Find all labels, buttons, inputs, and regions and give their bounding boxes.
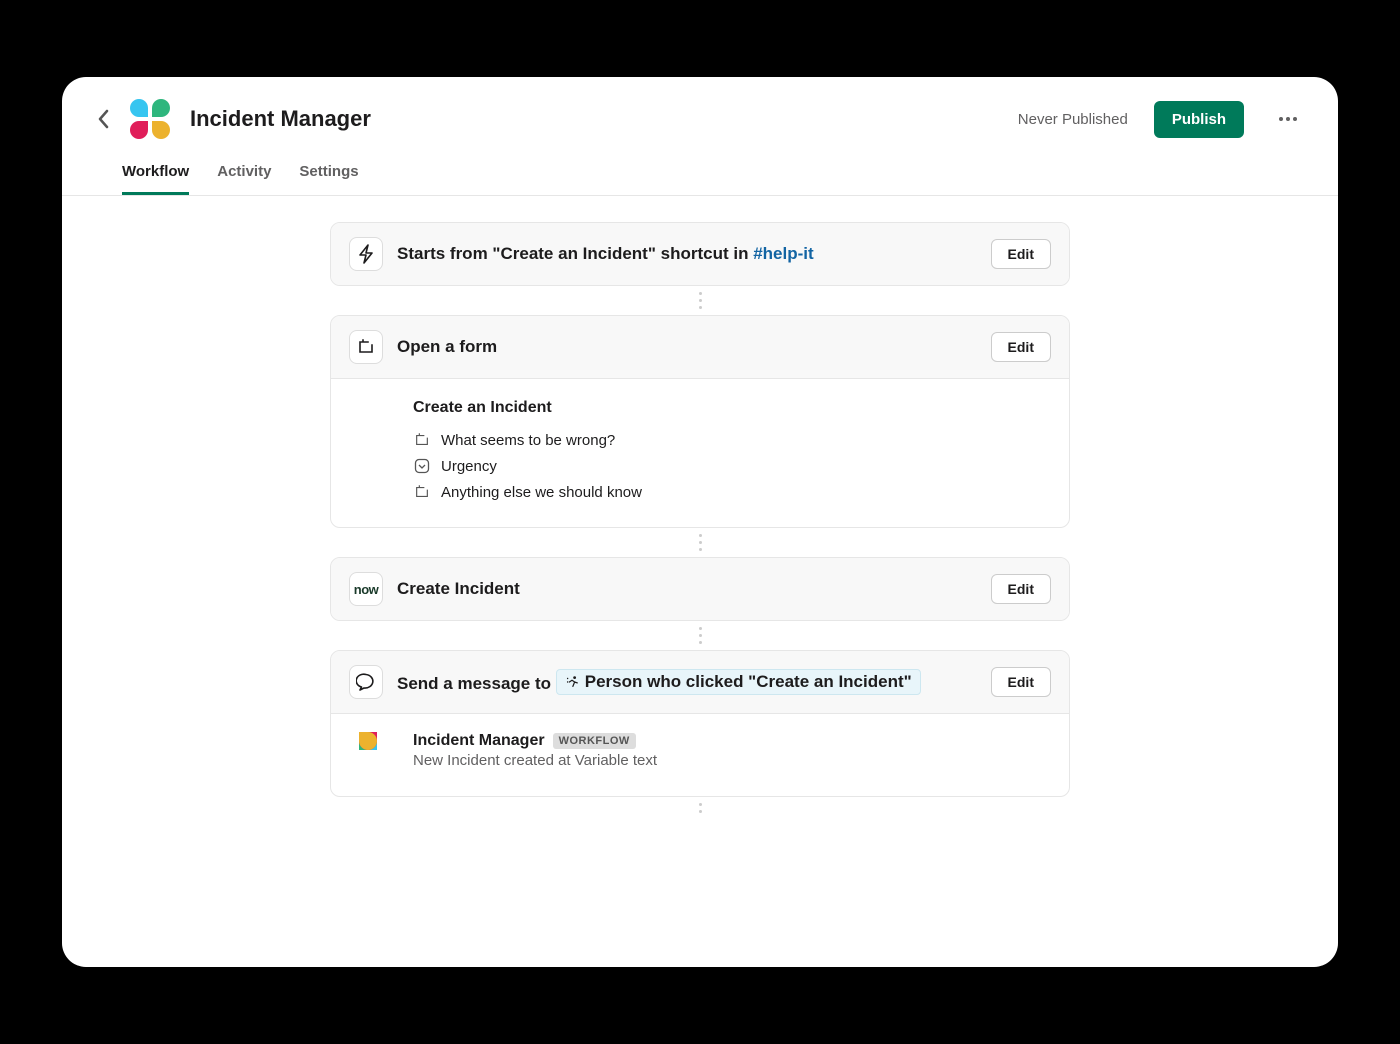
step-form: Open a form Edit Create an Incident What… [330,315,1070,528]
step-form-header: Open a form Edit [331,316,1069,379]
recipient-variable[interactable]: Person who clicked "Create an Incident" [556,669,921,695]
trigger-icon [349,237,383,271]
form-field-0: What seems to be wrong? [413,427,1051,453]
form-field-2: Anything else we should know [413,479,1051,505]
tabs: Workflow Activity Settings [62,139,1338,196]
app-logo [130,99,170,139]
step-message-header: Send a message to Person who clicked "Cr… [331,651,1069,714]
connector [699,286,701,315]
edit-trigger-button[interactable]: Edit [991,239,1051,269]
lightning-icon [357,244,375,264]
select-field-icon [413,457,431,475]
form-step-icon [349,330,383,364]
more-actions-button[interactable] [1270,101,1306,137]
publish-status: Never Published [1018,111,1128,128]
workflow-badge: WORKFLOW [553,733,636,749]
step-trigger-title: Starts from "Create an Incident" shortcu… [397,244,977,264]
chat-bubble-icon [356,672,376,692]
message-preview: Incident Manager WORKFLOW New Incident c… [331,714,1069,796]
step-trigger-header: Starts from "Create an Incident" shortcu… [331,223,1069,285]
step-send-message: Send a message to Person who clicked "Cr… [330,650,1070,797]
form-field-1: Urgency [413,453,1051,479]
recipient-variable-label: Person who clicked "Create an Incident" [585,672,912,692]
step-create-title: Create Incident [397,579,977,599]
text-field-icon [413,483,431,501]
trigger-channel[interactable]: #help-it [753,244,813,263]
step-message-title: Send a message to Person who clicked "Cr… [397,669,977,695]
connector [699,621,701,650]
back-button[interactable] [94,109,114,129]
servicenow-app-icon: now [349,572,383,606]
message-body-text: New Incident created at Variable text [413,752,1051,769]
message-title-prefix: Send a message to [397,674,556,693]
form-name: Create an Incident [413,399,1051,417]
form-field-label: What seems to be wrong? [441,432,615,449]
form-field-label: Urgency [441,458,497,475]
header: Incident Manager Never Published Publish [62,77,1338,139]
edit-form-button[interactable]: Edit [991,332,1051,362]
trigger-text: Starts from "Create an Incident" shortcu… [397,244,753,263]
form-field-label: Anything else we should know [441,484,642,501]
message-app-name: Incident Manager [413,732,545,750]
person-running-icon [565,675,579,689]
step-create-header: now Create Incident Edit [331,558,1069,620]
tab-settings[interactable]: Settings [299,163,358,195]
text-field-icon [413,431,431,449]
page-title: Incident Manager [190,106,371,132]
message-step-icon [349,665,383,699]
tab-activity[interactable]: Activity [217,163,271,195]
edit-create-button[interactable]: Edit [991,574,1051,604]
tab-workflow[interactable]: Workflow [122,163,189,195]
publish-button[interactable]: Publish [1154,101,1244,138]
step-form-body: Create an Incident What seems to be wron… [331,379,1069,527]
form-icon [357,338,375,356]
step-trigger: Starts from "Create an Incident" shortcu… [330,222,1070,286]
message-content: Incident Manager WORKFLOW New Incident c… [413,732,1051,772]
more-horizontal-icon [1278,116,1298,122]
workflow-canvas: Starts from "Create an Incident" shortcu… [62,196,1338,936]
message-app-logo [359,732,399,772]
workflow-builder-window: Incident Manager Never Published Publish… [62,77,1338,967]
edit-message-button[interactable]: Edit [991,667,1051,697]
chevron-left-icon [98,109,110,129]
connector [699,528,701,557]
now-logo-text: now [354,582,379,597]
step-form-title: Open a form [397,337,977,357]
step-create-incident: now Create Incident Edit [330,557,1070,621]
connector [699,797,701,819]
